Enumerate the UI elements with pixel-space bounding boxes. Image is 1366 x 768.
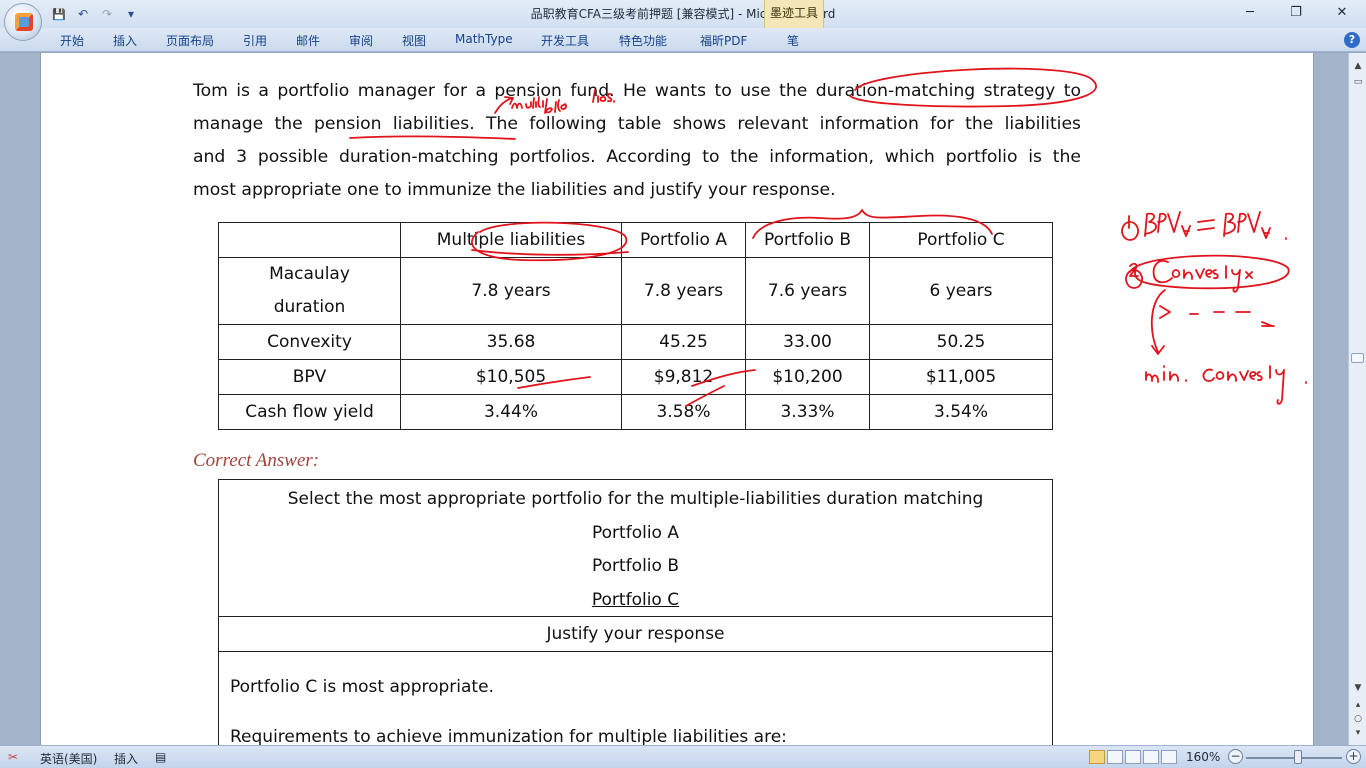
tab-review[interactable]: 审阅: [349, 32, 373, 49]
help-icon[interactable]: ?: [1344, 32, 1360, 48]
draft-view-button[interactable]: [1161, 750, 1177, 764]
tab-view[interactable]: 视图: [402, 32, 426, 49]
justify-header: Justify your response: [218, 615, 1053, 652]
insert-mode-indicator[interactable]: 插入: [114, 750, 138, 767]
table-header-cell: Portfolio B: [745, 222, 870, 258]
save-icon[interactable]: 💾: [50, 5, 68, 23]
row-label: Macaulay duration: [218, 257, 401, 325]
table-cell: 3.58%: [621, 394, 746, 430]
scroll-up-arrow-icon[interactable]: ▲: [1351, 59, 1365, 73]
redo-icon[interactable]: ↷: [98, 5, 116, 23]
answer-prompt: Select the most appropriate portfolio fo…: [287, 489, 984, 509]
web-layout-view-button[interactable]: [1125, 750, 1141, 764]
zoom-in-button[interactable]: +: [1346, 749, 1361, 764]
question-line: manage the pension liabilities. The foll…: [193, 114, 1081, 134]
question-line: and 3 possible duration-matching portfol…: [193, 147, 1081, 167]
ribbon-tabs: 开始 插入 页面布局 引用 邮件 审阅 视图 MathType 开发工具 特色功…: [0, 28, 1366, 52]
table-cell: 35.68: [400, 324, 622, 360]
previous-page-icon[interactable]: ▴: [1351, 698, 1365, 712]
document-area: Tom is a portfolio manager for a pension…: [0, 53, 1348, 745]
question-paragraph: Tom is a portfolio manager for a pension…: [193, 75, 1081, 207]
table-cell: $11,005: [869, 359, 1053, 395]
tab-special-features[interactable]: 特色功能: [619, 32, 667, 49]
response-line: Requirements to achieve immunization for…: [230, 726, 787, 746]
print-layout-view-button[interactable]: [1089, 750, 1105, 764]
response-line: Portfolio C is most appropriate.: [230, 676, 494, 697]
table-header-cell: [218, 222, 401, 258]
table-header-cell: Portfolio C: [869, 222, 1053, 258]
answer-options-cell: Select the most appropriate portfolio fo…: [218, 479, 1053, 617]
tab-home[interactable]: 开始: [60, 32, 84, 49]
table-cell: 33.00: [745, 324, 870, 360]
next-page-icon[interactable]: ▾: [1351, 726, 1365, 740]
tab-insert[interactable]: 插入: [113, 32, 137, 49]
row-label-line: Macaulay: [269, 264, 350, 284]
answer-option: Portfolio A: [592, 522, 679, 543]
liabilities-portfolios-table: Multiple liabilities Portfolio A Portfol…: [218, 222, 1053, 430]
table-cell: 3.54%: [869, 394, 1053, 430]
table-cell: 7.8 years: [621, 257, 746, 325]
answer-option: Portfolio B: [591, 556, 679, 576]
table-cell: 50.25: [869, 324, 1053, 360]
table-cell: 45.25: [621, 324, 746, 360]
browse-object-icon[interactable]: ○: [1351, 712, 1365, 726]
restore-button[interactable]: ❐: [1274, 0, 1318, 24]
full-screen-reading-view-button[interactable]: [1107, 750, 1123, 764]
close-button[interactable]: ✕: [1320, 0, 1364, 24]
ruler-toggle-icon[interactable]: ▭: [1351, 75, 1365, 89]
answer-table: Select the most appropriate portfolio fo…: [218, 479, 1053, 745]
table-cell: 3.44%: [400, 394, 622, 430]
question-line: most appropriate one to immunize the lia…: [193, 180, 836, 200]
minimize-button[interactable]: ─: [1228, 0, 1272, 24]
row-label: Convexity: [218, 324, 401, 360]
quick-access-toolbar: 💾 ↶ ↷ ▾: [50, 4, 140, 24]
table-cell: 6 years: [869, 257, 1053, 325]
tab-mailings[interactable]: 邮件: [296, 32, 320, 49]
proofing-icon[interactable]: ✂: [8, 750, 18, 764]
tab-foxit-pdf[interactable]: 福昕PDF: [700, 32, 747, 49]
correct-answer-heading: Correct Answer:: [193, 450, 320, 471]
table-row: Macaulay duration 7.8 years 7.8 years 7.…: [218, 257, 1053, 325]
zoom-slider-thumb[interactable]: [1294, 750, 1302, 764]
row-label: BPV: [218, 359, 401, 395]
ink-tools-context-tab[interactable]: 墨迹工具: [764, 0, 824, 28]
customize-toolbar-icon[interactable]: ▾: [122, 5, 140, 23]
status-bar: ✂ 英语(美国) 插入 ▤ 160% − +: [0, 745, 1366, 768]
tab-references[interactable]: 引用: [243, 32, 267, 49]
office-logo-icon: [15, 13, 33, 31]
undo-icon[interactable]: ↶: [74, 5, 92, 23]
title-bar: 💾 ↶ ↷ ▾ 品职教育CFA三级考前押题 [兼容模式] - Microsoft…: [0, 0, 1366, 28]
question-line: Tom is a portfolio manager for a pension…: [193, 81, 1081, 101]
answer-option-selected: Portfolio C: [591, 589, 680, 610]
table-header-row: Multiple liabilities Portfolio A Portfol…: [218, 222, 1053, 258]
row-label: Cash flow yield: [218, 394, 401, 430]
macro-record-icon[interactable]: ▤: [155, 750, 166, 764]
table-row: Convexity 35.68 45.25 33.00 50.25: [218, 324, 1053, 360]
table-cell: $10,505: [400, 359, 622, 395]
table-row: BPV $10,505 $9,812 $10,200 $11,005: [218, 359, 1053, 395]
zoom-out-button[interactable]: −: [1228, 749, 1243, 764]
office-button[interactable]: [4, 3, 42, 41]
scroll-thumb[interactable]: [1351, 353, 1364, 363]
table-cell: $10,200: [745, 359, 870, 395]
zoom-level[interactable]: 160%: [1186, 750, 1220, 764]
scroll-down-arrow-icon[interactable]: ▼: [1351, 681, 1365, 695]
tab-developer[interactable]: 开发工具: [541, 32, 589, 49]
table-cell: $9,812: [621, 359, 746, 395]
table-cell: 7.6 years: [745, 257, 870, 325]
table-row: Cash flow yield 3.44% 3.58% 3.33% 3.54%: [218, 394, 1053, 430]
response-cell: Portfolio C is most appropriate. Require…: [218, 650, 1053, 746]
table-header-cell: Portfolio A: [621, 222, 746, 258]
table-cell: 3.33%: [745, 394, 870, 430]
tab-pen[interactable]: 笔: [787, 32, 799, 49]
language-indicator[interactable]: 英语(美国): [40, 750, 97, 767]
window-title: 品职教育CFA三级考前押题 [兼容模式] - Microsoft Word: [530, 7, 836, 21]
vertical-scrollbar[interactable]: ▲ ▭ ▼ ▴ ○ ▾: [1348, 53, 1366, 745]
tab-page-layout[interactable]: 页面布局: [166, 32, 214, 49]
outline-view-button[interactable]: [1143, 750, 1159, 764]
table-cell: 7.8 years: [400, 257, 622, 325]
tab-mathtype[interactable]: MathType: [455, 32, 513, 46]
row-label-line: duration: [273, 297, 346, 317]
table-header-cell: Multiple liabilities: [400, 222, 622, 258]
